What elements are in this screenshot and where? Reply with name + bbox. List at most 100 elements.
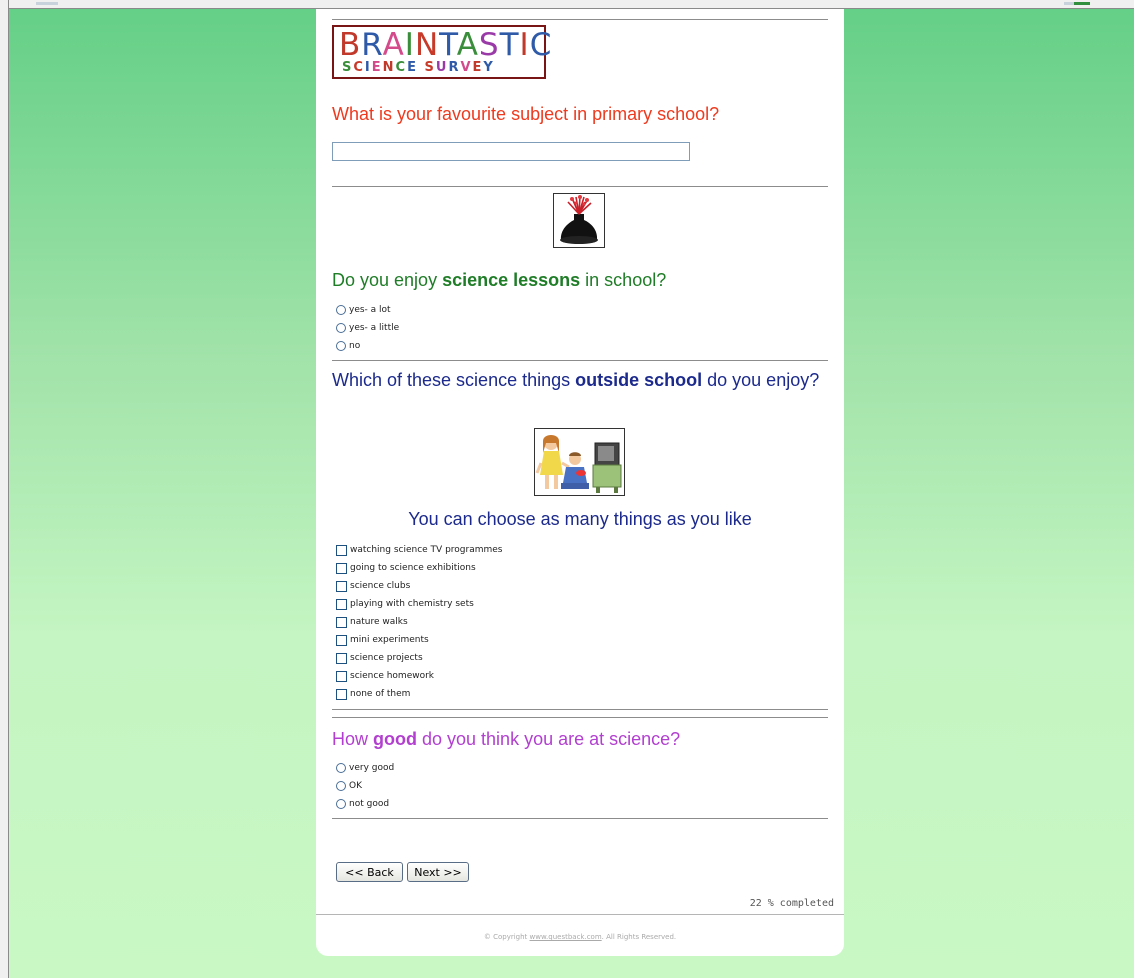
checkbox-option[interactable]: science homework: [336, 668, 434, 684]
option-label: playing with chemistry sets: [350, 599, 474, 609]
window-top-frame: [0, 0, 1134, 9]
copyright-text: © Copyright: [483, 933, 530, 941]
checkbox[interactable]: [336, 616, 347, 628]
question-emphasis: outside school: [575, 370, 703, 390]
option-label: none of them: [350, 689, 411, 699]
favourite-subject-input[interactable]: [332, 142, 690, 161]
logo-letter: E: [371, 60, 383, 75]
logo-letter: U: [435, 60, 449, 75]
logo-letter: C: [395, 60, 408, 75]
question-enjoy-science-lessons: Do you enjoy science lessons in school?: [332, 269, 666, 291]
checkbox-option[interactable]: nature walks: [336, 614, 408, 630]
question-science-outside-school: Which of these science things outside sc…: [332, 369, 822, 391]
option-label: mini experiments: [350, 635, 429, 645]
radio-button[interactable]: [336, 781, 346, 791]
logo-letter: S: [424, 60, 436, 75]
logo-letter: T: [499, 27, 520, 63]
checkbox-option[interactable]: science clubs: [336, 578, 410, 594]
checkbox[interactable]: [336, 652, 347, 664]
checkbox[interactable]: [336, 580, 347, 592]
copyright-text: . All Rights Reserved.: [601, 933, 677, 941]
checkbox-option[interactable]: science projects: [336, 650, 423, 666]
checkbox-option[interactable]: playing with chemistry sets: [336, 596, 474, 612]
logo-letter: C: [353, 60, 365, 75]
question-favourite-subject: What is your favourite subject in primar…: [332, 104, 720, 124]
logo-letter: S: [478, 27, 500, 63]
divider: [332, 709, 828, 710]
option-label: yes- a lot: [349, 305, 391, 315]
question-how-good-at-science: How good do you think you are at science…: [332, 728, 680, 750]
question-emphasis: good: [373, 729, 417, 749]
survey-page: BRAINTASTIC SCIENCE SURVEY What is your …: [316, 9, 844, 956]
checkbox-option[interactable]: watching science TV programmes: [336, 542, 503, 558]
option-label: watching science TV programmes: [350, 545, 503, 555]
logo-letter: I: [404, 27, 415, 63]
logo-title: BRAINTASTIC: [339, 29, 552, 61]
copyright-footer: © Copyright www.questback.com. All Right…: [316, 933, 844, 941]
checkbox[interactable]: [336, 598, 347, 610]
logo-letter: R: [361, 27, 383, 63]
logo-letter: E: [472, 60, 484, 75]
window-left-frame: [0, 0, 9, 978]
divider: [332, 818, 828, 819]
question-emphasis: science lessons: [442, 270, 581, 290]
next-button[interactable]: Next >>: [407, 862, 469, 882]
option-label: nature walks: [350, 617, 408, 627]
logo-letter: I: [364, 60, 372, 75]
option-label: OK: [349, 781, 362, 791]
logo-letter: B: [339, 27, 362, 63]
question-text: do you enjoy?: [702, 370, 820, 390]
window-control: [1074, 2, 1090, 5]
option-label: not good: [349, 799, 390, 809]
radio-button[interactable]: [336, 799, 346, 809]
checkbox-option[interactable]: mini experiments: [336, 632, 429, 648]
checkbox[interactable]: [336, 634, 347, 646]
checkbox-option[interactable]: going to science exhibitions: [336, 560, 476, 576]
option-label: science projects: [350, 653, 423, 663]
radio-button[interactable]: [336, 341, 346, 351]
checkbox-option[interactable]: none of them: [336, 686, 410, 702]
kids-watching-tv-image: [534, 428, 625, 496]
question-text: do you think you are at science?: [417, 729, 681, 749]
question-text: How: [332, 729, 374, 749]
logo-letter: N: [382, 60, 396, 75]
multi-select-instruction: You can choose as many things as you lik…: [408, 509, 752, 529]
divider: [332, 19, 828, 20]
logo-letter: Y: [483, 60, 495, 75]
logo-letter: A: [382, 27, 405, 63]
radio-option-very-good[interactable]: very good: [336, 760, 394, 776]
checkbox[interactable]: [336, 688, 347, 700]
divider: [316, 914, 844, 915]
radio-button[interactable]: [336, 763, 346, 773]
radio-option-not-good[interactable]: not good: [336, 796, 389, 812]
question-text: Do you enjoy: [332, 270, 443, 290]
radio-option-yes-a-little[interactable]: yes- a little: [336, 320, 399, 336]
radio-option-yes-a-lot[interactable]: yes- a lot: [336, 302, 391, 318]
checkbox[interactable]: [336, 562, 347, 574]
question-text: in school?: [580, 270, 667, 290]
radio-option-no[interactable]: no: [336, 338, 360, 354]
option-label: no: [349, 341, 361, 351]
checkbox[interactable]: [336, 670, 347, 682]
divider: [332, 186, 828, 187]
logo-letter: E: [407, 60, 418, 75]
radio-option-ok[interactable]: OK: [336, 778, 362, 794]
question-text: Which of these science things: [332, 370, 576, 390]
logo-subtitle: SCIENCE SURVEY: [342, 60, 495, 76]
back-button[interactable]: << Back: [336, 862, 403, 882]
checkbox[interactable]: [336, 544, 347, 556]
option-label: very good: [349, 763, 395, 773]
option-label: yes- a little: [349, 323, 400, 333]
logo-letter: R: [448, 60, 461, 75]
option-label: science homework: [350, 671, 435, 681]
logo-letter: T: [439, 27, 457, 63]
questback-link[interactable]: www.questback.com: [530, 933, 602, 941]
radio-button[interactable]: [336, 305, 346, 315]
radio-button[interactable]: [336, 323, 346, 333]
progress-text: 22 % completed: [749, 898, 834, 909]
volcano-image: [553, 193, 605, 248]
option-label: science clubs: [350, 581, 411, 591]
logo-letter: I: [519, 27, 530, 63]
logo-letter: V: [460, 60, 473, 75]
logo-letter: S: [342, 60, 354, 75]
